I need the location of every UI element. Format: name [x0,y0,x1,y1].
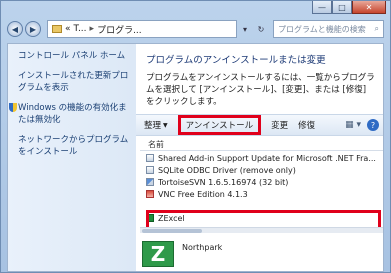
details-pane: Z Northpark [142,241,222,267]
minimize-button[interactable]: — [312,1,332,14]
caption-buttons: — □ ✕ [312,1,386,15]
program-name: SQLite ODBC Driver (remove only) [158,165,296,175]
program-name: Shared Add-in Support Update for Microso… [158,153,376,163]
page-description: プログラムをアンインストールするには、一覧からプログラムを選択して [アンインス… [146,73,375,107]
program-name: TortoiseSVN 1.6.5.16974 (32 bit) [158,177,289,187]
app-icon [146,154,154,162]
column-header-name[interactable]: 名前 [140,139,383,151]
list-item[interactable]: TortoiseSVN 1.6.5.16974 (32 bit) [140,176,383,188]
horizontal-scrollbar[interactable] [140,227,383,233]
repair-button[interactable]: 修復 [298,119,315,131]
uninstall-button[interactable]: アンインストール [177,115,262,135]
breadcrumb-separator[interactable]: ▸ [90,24,95,34]
breadcrumb-control-panel[interactable]: T... [74,24,87,34]
search-input[interactable]: プログラムと機能の検索 ⌕ [273,20,384,38]
folder-icon [52,25,62,33]
vnc-icon [146,190,154,198]
refresh-button[interactable]: ↻ [253,20,269,38]
main-panel: プログラムのアンインストールまたは変更 プログラムをアンインストールするには、一… [136,44,383,271]
chevron-down-icon: ▼ [163,121,168,129]
change-button[interactable]: 変更 [271,119,288,131]
breadcrumb-overflow[interactable]: « [65,24,71,34]
page-title: プログラムのアンインストールまたは変更 [146,55,326,66]
organize-label: 整理 [144,121,162,131]
list-item[interactable]: Shared Add-in Support Update for Microso… [140,152,383,164]
tortoise-svn-icon [146,178,154,186]
programs-and-features-window: — □ ✕ ◀ ▶ « T... ▸ プログラ... ▾ ↻ プログラムと機能の… [0,0,391,273]
search-placeholder: プログラムと機能の検索 [278,24,366,34]
sidebar-item-installed-updates[interactable]: インストールされた更新プログラムを表示 [18,70,132,94]
sidebar-item-network-install[interactable]: ネットワークからプログラムをインストール [18,134,132,158]
breadcrumb-programs[interactable]: プログラ... [97,23,142,36]
sidebar: コントロール パネル ホーム インストールされた更新プログラムを表示 Windo… [8,44,136,271]
sidebar-item-control-panel-home[interactable]: コントロール パネル ホーム [18,50,132,62]
address-row: ◀ ▶ « T... ▸ プログラ... ▾ ↻ プログラムと機能の検索 ⌕ [7,19,384,39]
views-icon[interactable]: ▦ ▾ [345,120,361,130]
toolbar: 整理 ▼ アンインストール 変更 修復 ▦ ▾ ? [136,114,383,136]
address-bar[interactable]: « T... ▸ プログラ... [47,20,237,38]
content-area: コントロール パネル ホーム インストールされた更新プログラムを表示 Windo… [7,43,384,272]
address-dropdown-button[interactable]: ▾ [237,20,253,38]
zexcel-large-icon: Z [142,241,174,267]
organize-button[interactable]: 整理 ▼ [144,119,168,131]
list-item[interactable]: VNC Free Edition 4.1.3 [140,188,383,200]
shield-icon [9,103,17,112]
forward-button[interactable]: ▶ [25,21,41,37]
scrollbar-thumb[interactable] [142,229,202,233]
back-button[interactable]: ◀ [7,21,23,37]
sidebar-item-label: Windows の機能の有効化または無効化 [18,103,127,125]
help-icon[interactable]: ? [367,119,379,131]
publisher-name: Northpark [182,243,223,252]
app-icon [146,166,154,174]
toolbar-right: ▦ ▾ ? [345,119,379,131]
sidebar-item-windows-features[interactable]: Windows の機能の有効化または無効化 [9,102,132,126]
search-icon[interactable]: ⌕ [375,24,379,34]
program-name: VNC Free Edition 4.1.3 [158,189,248,199]
maximize-button[interactable]: □ [332,1,352,14]
list-item[interactable]: SQLite ODBC Driver (remove only) [140,164,383,176]
close-button[interactable]: ✕ [352,1,386,14]
